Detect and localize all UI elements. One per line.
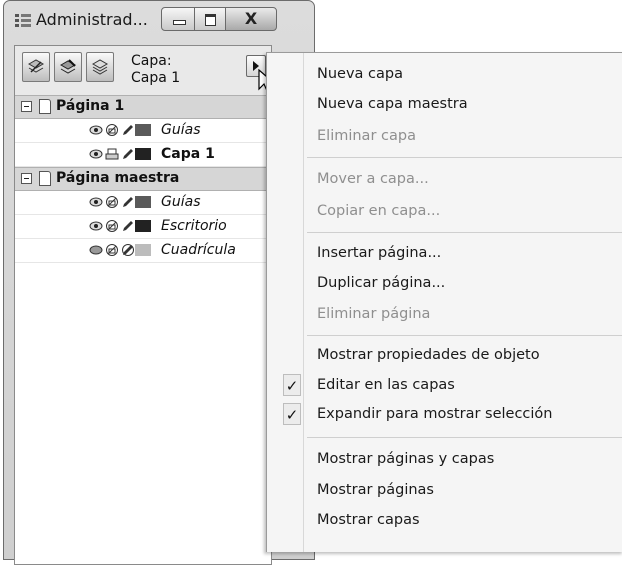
menu-item-expand-to-show-selection[interactable]: Expandir para mostrar selección (317, 406, 552, 422)
menu-item-move-to-layer: Mover a capa... (317, 171, 429, 187)
menu-item-delete-layer: Eliminar capa (317, 128, 416, 144)
edit-across-layers-button[interactable] (54, 52, 82, 82)
docker-title-bar[interactable]: Administrad... X (4, 1, 314, 45)
object-manager-toolbar: Capa: Capa 1 (15, 46, 276, 94)
tree-layer-row[interactable]: Cuadrícula (15, 239, 271, 263)
editable-pencil-icon[interactable] (121, 147, 135, 161)
editable-pencil-icon[interactable] (121, 219, 135, 233)
printable-icon[interactable] (105, 243, 119, 257)
current-layer-value: Capa 1 (131, 70, 181, 86)
menu-separator (307, 232, 622, 233)
new-layer-icon (27, 59, 45, 73)
menu-separator (307, 335, 622, 336)
layer-label: Guías (161, 122, 201, 138)
tree-page-row[interactable]: Página maestra (15, 167, 271, 191)
close-button[interactable]: X (225, 7, 277, 31)
printable-icon[interactable] (105, 147, 119, 161)
editable-pencil-icon[interactable] (121, 243, 135, 257)
page-label: Página maestra (56, 170, 180, 186)
layers-tree: Página 1 Guías Capa 1 Página maestra Guí… (15, 95, 271, 564)
printable-icon[interactable] (105, 219, 119, 233)
layer-manager-view-button[interactable] (86, 52, 114, 82)
menu-item-new-layer[interactable]: Nueva capa (317, 66, 403, 82)
layer-color-swatch[interactable] (135, 148, 151, 160)
layer-color-swatch[interactable] (135, 244, 151, 256)
tree-layer-row[interactable]: Guías (15, 119, 271, 143)
layer-manager-view-icon (91, 59, 109, 75)
menu-item-edit-across-layers[interactable]: Editar en las capas (317, 377, 455, 393)
edit-across-layers-icon (59, 59, 77, 74)
new-layer-button[interactable] (22, 52, 50, 82)
tree-page-row[interactable]: Página 1 (15, 95, 271, 119)
tree-layer-row[interactable]: Escritorio (15, 215, 271, 239)
tree-layer-row[interactable]: Guías (15, 191, 271, 215)
page-icon (39, 99, 51, 114)
checkmark-icon: ✓ (283, 403, 301, 425)
menu-item-copy-to-layer: Copiar en capa... (317, 203, 441, 219)
object-manager-flyout-menu: Nueva capa Nueva capa maestra Eliminar c… (266, 52, 622, 552)
docker-title: Administrad... (36, 10, 148, 29)
menu-item-show-pages[interactable]: Mostrar páginas (317, 482, 434, 498)
menu-item-delete-page: Eliminar página (317, 306, 431, 322)
collapse-toggle-icon[interactable] (21, 173, 32, 184)
layer-label: Escritorio (161, 218, 227, 234)
editable-pencil-icon[interactable] (121, 123, 135, 137)
visibility-eye-icon[interactable] (89, 219, 103, 233)
page-label: Página 1 (56, 98, 125, 114)
layer-color-swatch[interactable] (135, 220, 151, 232)
printable-icon[interactable] (105, 123, 119, 137)
layer-color-swatch[interactable] (135, 124, 151, 136)
object-manager-panel: Capa: Capa 1 Página 1 Guías Capa 1 Págin… (14, 45, 276, 565)
menu-separator (307, 157, 622, 158)
editable-pencil-icon[interactable] (121, 195, 135, 209)
collapse-toggle-icon[interactable] (21, 101, 32, 112)
menu-item-show-layers[interactable]: Mostrar capas (317, 512, 420, 528)
maximize-icon (205, 14, 216, 26)
current-layer-label: Capa: (131, 53, 172, 69)
minimize-button[interactable] (161, 7, 195, 31)
layers-docker-icon (15, 14, 31, 27)
menu-item-insert-page[interactable]: Insertar página... (317, 245, 441, 261)
visibility-eye-icon[interactable] (89, 147, 103, 161)
layer-label: Cuadrícula (161, 242, 236, 258)
layer-color-swatch[interactable] (135, 196, 151, 208)
close-icon: X (244, 9, 258, 28)
visibility-eye-icon[interactable] (89, 243, 103, 257)
menu-item-show-object-properties[interactable]: Mostrar propiedades de objeto (317, 347, 540, 363)
layer-label: Guías (161, 194, 201, 210)
visibility-eye-icon[interactable] (89, 195, 103, 209)
tree-layer-row[interactable]: Capa 1 (15, 143, 271, 167)
printable-icon[interactable] (105, 195, 119, 209)
page-icon (39, 171, 51, 186)
menu-item-show-pages-and-layers[interactable]: Mostrar páginas y capas (317, 451, 494, 467)
minimize-icon (173, 20, 186, 25)
maximize-button[interactable] (194, 7, 226, 31)
layer-label: Capa 1 (161, 146, 215, 162)
menu-item-duplicate-page[interactable]: Duplicar página... (317, 275, 445, 291)
menu-separator (307, 437, 622, 438)
menu-icon-gutter (281, 53, 304, 552)
checkmark-icon: ✓ (283, 374, 301, 396)
visibility-eye-icon[interactable] (89, 123, 103, 137)
menu-item-new-master-layer[interactable]: Nueva capa maestra (317, 96, 468, 112)
